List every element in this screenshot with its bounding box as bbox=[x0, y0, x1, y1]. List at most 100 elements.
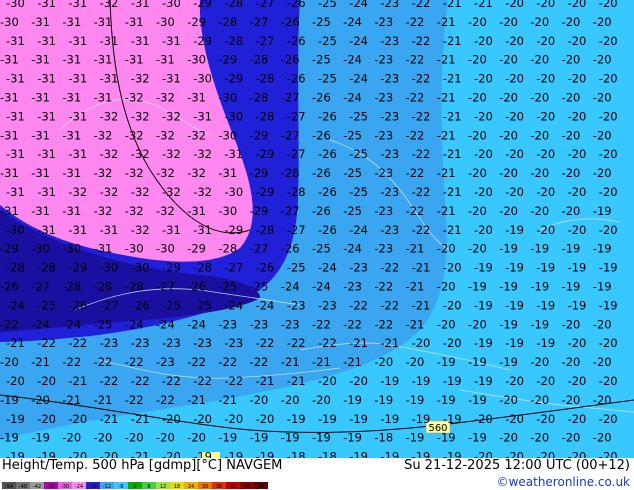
temperature-value: -21 bbox=[256, 374, 275, 388]
temperature-value: -20 bbox=[468, 128, 487, 142]
temperature-value: -22 bbox=[287, 336, 306, 350]
temperature-value: -32 bbox=[156, 91, 175, 105]
temperature-value: -22 bbox=[412, 0, 431, 10]
temperature-value: -24 bbox=[6, 298, 25, 312]
temperature-value: -20 bbox=[474, 34, 493, 48]
temperature-value: -21 bbox=[31, 355, 50, 369]
temperature-value: -19 bbox=[468, 355, 487, 369]
temperature-value: -20 bbox=[468, 53, 487, 67]
temperature-value: -20 bbox=[68, 450, 87, 458]
temperature-value: -20 bbox=[443, 298, 462, 312]
temperature-value: -24 bbox=[343, 91, 362, 105]
temperature-value: -22 bbox=[343, 317, 362, 331]
temperature-value: -20 bbox=[568, 185, 587, 199]
temperature-value: -20 bbox=[505, 72, 524, 86]
temperature-value: -21 bbox=[218, 393, 237, 407]
temperature-value: -20 bbox=[536, 109, 555, 123]
temperature-value: -27 bbox=[31, 280, 50, 294]
temperature-value: -28 bbox=[37, 261, 56, 275]
temperature-value: -20 bbox=[562, 355, 581, 369]
temperature-value: -29 bbox=[250, 166, 269, 180]
temperature-value: -21 bbox=[406, 280, 425, 294]
temperature-value: -22 bbox=[250, 355, 269, 369]
temperature-value: -20 bbox=[318, 374, 337, 388]
temperature-value: -26 bbox=[318, 223, 337, 237]
temperature-value: -22 bbox=[193, 374, 212, 388]
temperature-value: -22 bbox=[68, 336, 87, 350]
temperature-value: -19 bbox=[312, 431, 331, 445]
temperature-value: -25 bbox=[312, 242, 331, 256]
temperature-value: -22 bbox=[406, 91, 425, 105]
colorbar-label: 42 bbox=[229, 484, 237, 490]
temperature-value: -25 bbox=[318, 0, 337, 10]
temperature-value: -22 bbox=[224, 374, 243, 388]
temperature-value: -25 bbox=[94, 317, 113, 331]
temperature-value: -25 bbox=[162, 298, 181, 312]
temperature-value: -19 bbox=[468, 280, 487, 294]
temperature-value: -24 bbox=[31, 317, 50, 331]
temperature-value: -31 bbox=[224, 147, 243, 161]
temperature-value: -19 bbox=[380, 450, 399, 458]
temperature-value: -19 bbox=[443, 374, 462, 388]
temperature-value: -21 bbox=[62, 393, 81, 407]
temperature-value: -19 bbox=[568, 298, 587, 312]
temperature-value: -26 bbox=[312, 166, 331, 180]
temperature-value: -20 bbox=[474, 185, 493, 199]
colorbar-label: -30 bbox=[60, 484, 70, 490]
temperature-value: -21 bbox=[131, 450, 150, 458]
temperature-value: -32 bbox=[94, 166, 113, 180]
temperature-value: -20 bbox=[568, 336, 587, 350]
temperature-value: -27 bbox=[281, 91, 300, 105]
temperature-value: -30 bbox=[131, 261, 150, 275]
temperature-value: -21 bbox=[187, 393, 206, 407]
temperature-value: -21 bbox=[443, 185, 462, 199]
temperature-value: -20 bbox=[599, 0, 618, 10]
temperature-value: -22 bbox=[406, 128, 425, 142]
temperature-value: -26 bbox=[287, 34, 306, 48]
temperature-value: -21 bbox=[437, 166, 456, 180]
temperature-value: -31 bbox=[0, 128, 19, 142]
temperature-value: -21 bbox=[443, 34, 462, 48]
temperature-value: -31 bbox=[37, 34, 56, 48]
temperature-value: -21 bbox=[437, 128, 456, 142]
colorbar-label: -12 bbox=[102, 484, 112, 490]
temperature-value: -20 bbox=[568, 109, 587, 123]
temperature-value: -20 bbox=[162, 412, 181, 426]
copyright-link[interactable]: ©weatheronline.co.uk bbox=[497, 475, 630, 489]
colorbar-label: 36 bbox=[215, 484, 223, 490]
temperature-value: -31 bbox=[162, 34, 181, 48]
temperature-value: -21 bbox=[131, 412, 150, 426]
temperature-value: -20 bbox=[312, 393, 331, 407]
temperature-value: -32 bbox=[156, 166, 175, 180]
temperature-value: -26 bbox=[312, 128, 331, 142]
temperature-value: -31 bbox=[37, 147, 56, 161]
temperature-value: -26 bbox=[318, 109, 337, 123]
temperature-value: -21 bbox=[287, 374, 306, 388]
temperature-value: -20 bbox=[568, 72, 587, 86]
temperature-value: -32 bbox=[100, 185, 119, 199]
temperature-value: -20 bbox=[37, 374, 56, 388]
temperature-value: -20 bbox=[536, 0, 555, 10]
temperature-value: -20 bbox=[499, 128, 518, 142]
temperature-value: -22 bbox=[318, 336, 337, 350]
temperature-value: -19 bbox=[281, 431, 300, 445]
temperature-value: -24 bbox=[156, 317, 175, 331]
temperature-value: -21 bbox=[443, 147, 462, 161]
temperature-value: -19 bbox=[224, 450, 243, 458]
temperature-value: -20 bbox=[443, 336, 462, 350]
temperature-value: -23 bbox=[380, 147, 399, 161]
temperature-value: -21 bbox=[6, 336, 25, 350]
temperature-value: -20 bbox=[562, 431, 581, 445]
colorbar-label: 54 bbox=[257, 484, 265, 490]
temperature-value: -20 bbox=[499, 393, 518, 407]
temperature-value: -20 bbox=[536, 450, 555, 458]
temperature-value: -20 bbox=[505, 0, 524, 10]
temperature-value: -29 bbox=[162, 261, 181, 275]
temperature-value: -32 bbox=[125, 128, 144, 142]
temperature-value: -31 bbox=[131, 34, 150, 48]
temperature-value: -30 bbox=[218, 204, 237, 218]
temperature-value: -19 bbox=[412, 450, 431, 458]
temperature-value: -19 bbox=[505, 336, 524, 350]
temperature-value: -31 bbox=[68, 147, 87, 161]
temperature-value: -30 bbox=[100, 261, 119, 275]
